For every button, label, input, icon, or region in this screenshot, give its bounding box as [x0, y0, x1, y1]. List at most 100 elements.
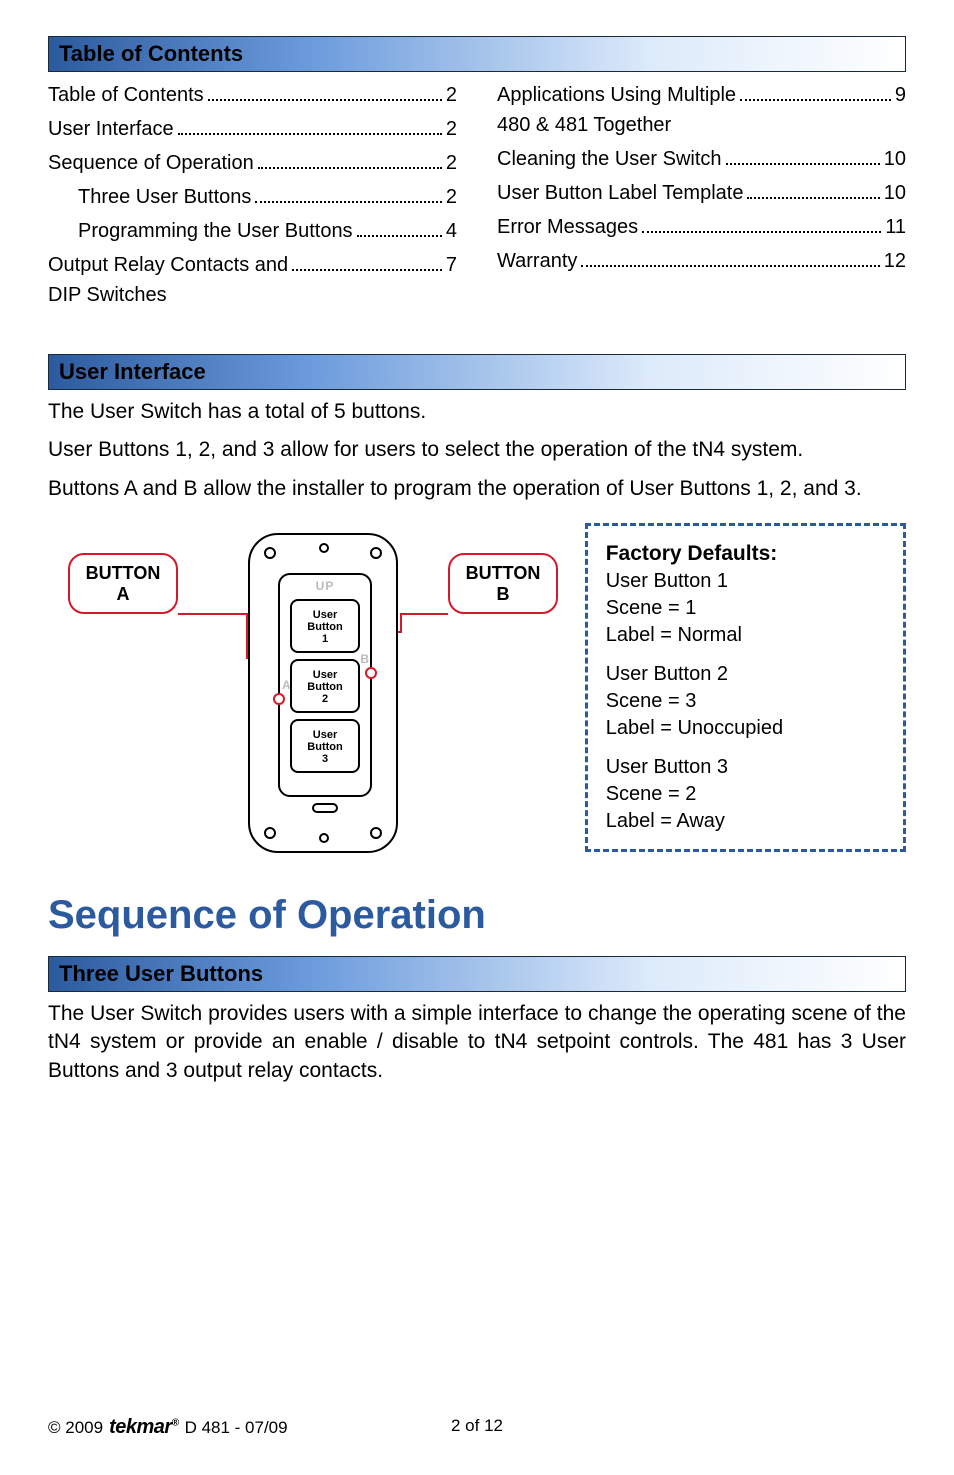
toc-page: 12 — [884, 246, 906, 276]
user-button-3: User Button 3 — [290, 719, 360, 773]
button-a-callout: BUTTON A — [68, 553, 178, 614]
toc-dots — [357, 235, 442, 237]
defaults-b1-scene: Scene = 1 — [606, 595, 885, 622]
toc-page: 2 — [446, 80, 457, 110]
toc-label: User Interface — [48, 114, 174, 144]
screw-hole-icon — [264, 547, 276, 559]
screw-hole-icon — [370, 827, 382, 839]
toc-label: Applications Using Multiple480 & 481 Tog… — [497, 80, 736, 140]
side-a-marker-icon — [273, 693, 285, 705]
toc-entry: Applications Using Multiple480 & 481 Tog… — [497, 80, 906, 140]
page-title-sequence: Sequence of Operation — [48, 893, 906, 938]
toc-page: 2 — [446, 182, 457, 212]
ub-text: Button — [307, 621, 342, 633]
screw-hole-icon — [319, 543, 329, 553]
defaults-b1-label: Label = Normal — [606, 622, 885, 649]
toc-col-left: Table of Contents 2 User Interface 2 Seq… — [48, 80, 457, 314]
toc-label: Programming the User Buttons — [78, 216, 353, 246]
three-user-paragraph: The User Switch provides users with a si… — [48, 1000, 906, 1085]
defaults-b1-name: User Button 1 — [606, 568, 885, 595]
defaults-title: Factory Defaults: — [606, 540, 885, 568]
toc-label: Warranty — [497, 246, 577, 276]
toc-page: 7 — [446, 250, 457, 280]
ui-paragraph-3: Buttons A and B allow the installer to p… — [48, 475, 906, 503]
toc-dots — [258, 167, 442, 169]
ui-paragraph-1: The User Switch has a total of 5 buttons… — [48, 398, 906, 426]
toc-entry: Sequence of Operation 2 — [48, 148, 457, 178]
toc-entry: Error Messages 11 — [497, 212, 906, 242]
switch-diagram: BUTTON A BUTTON B UP User — [48, 523, 545, 863]
side-a-letter: A — [282, 678, 291, 692]
defaults-b2-scene: Scene = 3 — [606, 688, 885, 715]
user-button-1: User Button 1 — [290, 599, 360, 653]
toc-page: 2 — [446, 114, 457, 144]
defaults-b3-label: Label = Away — [606, 808, 885, 835]
ui-paragraph-2: User Buttons 1, 2, and 3 allow for users… — [48, 436, 906, 464]
footer-doc: D 481 - 07/09 — [185, 1418, 288, 1438]
toc-dots — [178, 133, 442, 135]
toc-page: 11 — [885, 212, 906, 242]
defaults-b2-label: Label = Unoccupied — [606, 715, 885, 742]
toc-header: Table of Contents — [48, 36, 906, 72]
toc-columns: Table of Contents 2 User Interface 2 Seq… — [48, 80, 906, 314]
toc-entry: Output Relay Contacts andDIP Switches 7 — [48, 250, 457, 310]
ub-text: 2 — [322, 693, 328, 705]
brand-text: tekmar — [109, 1416, 172, 1438]
three-user-buttons-header: Three User Buttons — [48, 956, 906, 992]
toc-dots — [208, 99, 442, 101]
toc-dots — [292, 269, 442, 271]
button-a-line2: A — [117, 584, 130, 604]
ub-text: 3 — [322, 753, 328, 765]
ub-text: Button — [307, 681, 342, 693]
connector-line — [178, 613, 248, 615]
toc-page: 4 — [446, 216, 457, 246]
defaults-b3-name: User Button 3 — [606, 754, 885, 781]
up-label: UP — [280, 579, 370, 593]
toc-dots — [740, 99, 891, 101]
toc-label: Sequence of Operation — [48, 148, 254, 178]
defaults-b3-scene: Scene = 2 — [606, 781, 885, 808]
user-interface-header: User Interface — [48, 354, 906, 390]
button-b-line1: BUTTON — [466, 563, 541, 583]
toc-entry: Table of Contents 2 — [48, 80, 457, 110]
ub-text: Button — [307, 741, 342, 753]
ub-text: User — [313, 669, 337, 681]
toc-label: Table of Contents — [48, 80, 204, 110]
factory-defaults-box: Factory Defaults: User Button 1 Scene = … — [585, 523, 906, 852]
toc-col-right: Applications Using Multiple480 & 481 Tog… — [497, 80, 906, 314]
ub-text: User — [313, 729, 337, 741]
ub-text: User — [313, 609, 337, 621]
button-a-line1: BUTTON — [86, 563, 161, 583]
toc-page: 10 — [884, 144, 906, 174]
toc-dots — [726, 163, 880, 165]
user-button-2: User Button 2 — [290, 659, 360, 713]
screw-hole-icon — [319, 833, 329, 843]
button-b-callout: BUTTON B — [448, 553, 558, 614]
toc-entry: Programming the User Buttons 4 — [48, 216, 457, 246]
footer-brand: tekmar® — [109, 1416, 178, 1439]
side-b-marker-icon — [365, 667, 377, 679]
defaults-group-1: User Button 1 Scene = 1 Label = Normal — [606, 568, 885, 649]
defaults-group-3: User Button 3 Scene = 2 Label = Away — [606, 754, 885, 835]
slot-icon — [312, 803, 338, 813]
toc-entry: Cleaning the User Switch 10 — [497, 144, 906, 174]
switch-plate: UP User Button 1 User Button 2 User Butt… — [248, 533, 398, 853]
side-b-letter: B — [360, 652, 369, 666]
connector-line — [400, 613, 448, 615]
toc-entry: User Button Label Template 10 — [497, 178, 906, 208]
toc-page: 9 — [895, 80, 906, 110]
toc-label: Output Relay Contacts andDIP Switches — [48, 250, 288, 310]
toc-dots — [255, 201, 441, 203]
screw-hole-icon — [264, 827, 276, 839]
button-b-line2: B — [497, 584, 510, 604]
footer-page: 2 of 12 — [451, 1416, 503, 1436]
toc-label: Cleaning the User Switch — [497, 144, 722, 174]
toc-page: 2 — [446, 148, 457, 178]
toc-dots — [642, 231, 881, 233]
diagram-row: BUTTON A BUTTON B UP User — [48, 523, 906, 863]
toc-dots — [747, 197, 879, 199]
connector-line — [400, 613, 402, 631]
footer-copyright: © 2009 — [48, 1418, 103, 1438]
toc-dots — [581, 265, 879, 267]
toc-label: User Button Label Template — [497, 178, 743, 208]
